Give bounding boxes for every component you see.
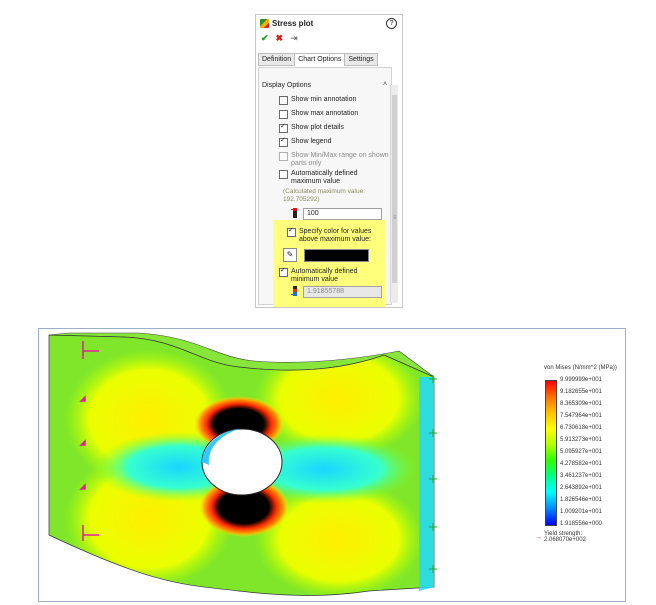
checkbox-auto-min[interactable] (279, 267, 288, 277)
checkbox-show-plot-details[interactable] (279, 123, 288, 133)
option-label: Show legend (291, 138, 332, 145)
legend-title: von Mises (N/mm^2 (MPa)) (544, 365, 617, 371)
display-options-header: Display Options (262, 82, 312, 89)
legend-tick: 7.547964e+001 (560, 413, 602, 419)
min-threshold-icon (291, 286, 297, 296)
legend-tick: 4.278582e+001 (560, 461, 602, 467)
option-label: Automatically defined maximum value (291, 170, 358, 185)
stress-plot-viewport[interactable]: von Mises (N/mm^2 (MPa)) 9.999999e+001 9.… (38, 328, 626, 602)
action-bar: ✔ ✖ ⇥ (261, 34, 298, 43)
color-scale-bar (545, 380, 557, 526)
tab-chart-options[interactable]: Chart Options (294, 53, 346, 66)
checkbox-show-min-max-range[interactable] (279, 152, 288, 161)
help-icon[interactable]: ? (386, 18, 397, 29)
cancel-button[interactable]: ✖ (276, 34, 284, 43)
legend-tick: 6.730618e+001 (560, 425, 602, 431)
option-label: Show plot details (291, 124, 344, 131)
option-auto-min[interactable]: Automatically defined minimum value (279, 267, 387, 284)
legend-tick: 9.999999e+001 (560, 377, 602, 383)
max-value-input[interactable]: 100 (303, 208, 382, 220)
option-label: Show Min/Max range on shown parts only (291, 152, 389, 167)
ok-button[interactable]: ✔ (261, 34, 269, 43)
legend-tick: 3.461237e+001 (560, 473, 602, 479)
stress-plot-icon (260, 19, 269, 28)
legend-tick: 9.182655e+001 (560, 389, 602, 395)
model-render (48, 332, 437, 596)
legend-tick: 1.009201e+001 (560, 509, 602, 515)
yield-arrow-icon: → (535, 533, 542, 541)
calculated-max-value: (Calculated maximum value: 192.705292) (283, 188, 366, 203)
yield-strength: → Yield strength: 2.068070e+002 (535, 531, 625, 543)
option-show-plot-details[interactable]: Show plot details (279, 123, 344, 133)
pin-icon[interactable]: ⇥ (290, 34, 298, 43)
panel-scrollbar[interactable]: ≡ (390, 85, 398, 303)
checkbox-show-legend[interactable] (279, 137, 288, 147)
legend-tick: 8.365309e+001 (560, 401, 602, 407)
option-show-min-max-range[interactable]: Show Min/Max range on shown parts only (279, 152, 389, 168)
yield-strength-label: Yield strength: 2.068070e+002 (544, 531, 586, 543)
legend-tick: 5.913273e+001 (560, 437, 602, 443)
legend-tick: 5.095927e+001 (560, 449, 602, 455)
eyedropper-button[interactable]: ✎ (283, 248, 297, 262)
legend-tick: 1.826546e+001 (560, 497, 602, 503)
option-label: Show min annotation (291, 96, 357, 103)
tab-bar: Definition Chart Options Settings (258, 53, 378, 66)
option-show-min-annotation[interactable]: Show min annotation (279, 96, 356, 105)
option-show-max-annotation[interactable]: Show max annotation (279, 110, 358, 119)
checkbox-show-min-annotation[interactable] (279, 96, 288, 105)
grip-icon: ≡ (393, 215, 397, 221)
option-auto-max[interactable]: Automatically defined maximum value (279, 170, 387, 186)
checkbox-show-max-annotation[interactable] (279, 110, 288, 119)
above-max-color-swatch[interactable] (304, 249, 369, 262)
option-label: Automatically defined minimum value (291, 268, 358, 283)
option-label: Specify color for values above maximum v… (299, 228, 372, 243)
tab-definition[interactable]: Definition (258, 53, 296, 66)
option-label: Show max annotation (291, 110, 359, 117)
min-value-input[interactable]: 1.91855788 (303, 286, 382, 298)
legend-tick: 2.643892e+001 (560, 485, 602, 491)
checkbox-specify-color[interactable] (287, 227, 296, 237)
max-threshold-icon (291, 208, 297, 218)
stress-plot-panel: Stress plot ? ✔ ✖ ⇥ Definition Chart Opt… (255, 14, 403, 308)
option-show-legend[interactable]: Show legend (279, 137, 332, 147)
tab-settings[interactable]: Settings (344, 53, 378, 66)
panel-title: Stress plot (260, 19, 313, 28)
legend-tick: 1.918556e+000 (560, 521, 602, 527)
scrollbar-thumb[interactable]: ≡ (392, 95, 397, 283)
eyedropper-icon: ✎ (286, 250, 294, 259)
option-specify-color[interactable]: Specify color for values above maximum v… (287, 227, 379, 244)
chart-options-body: Display Options ˄ Show min annotation Sh… (258, 67, 392, 307)
checkbox-auto-max[interactable] (279, 170, 288, 179)
panel-title-text: Stress plot (272, 19, 314, 28)
collapse-icon[interactable]: ˄ (383, 81, 387, 88)
